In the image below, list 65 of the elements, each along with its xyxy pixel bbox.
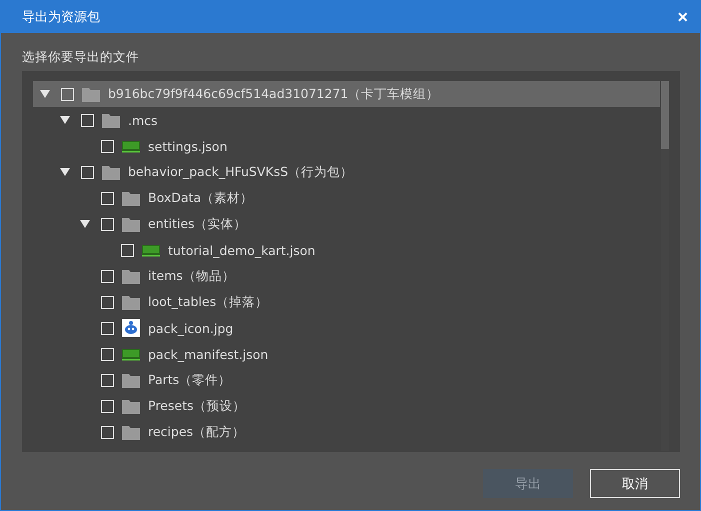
tree-row[interactable]: pack_manifest.json — [33, 341, 660, 367]
scrollbar-thumb[interactable] — [661, 81, 669, 149]
expanded-arrow-icon[interactable] — [60, 116, 70, 124]
folder-icon — [122, 190, 140, 206]
image-thumbnail-icon — [122, 319, 140, 337]
folder-icon — [122, 424, 140, 440]
checkbox[interactable] — [101, 270, 114, 282]
folder-icon — [122, 372, 140, 388]
prompt-label: 选择你要导出的文件 — [22, 49, 140, 66]
checkbox[interactable] — [101, 426, 114, 438]
checkbox[interactable] — [121, 244, 134, 256]
file-name: Presets（预设） — [148, 398, 246, 414]
file-name: .mcs — [128, 112, 158, 128]
tree-row[interactable]: Parts（零件） — [33, 367, 660, 393]
folder-icon — [102, 112, 120, 128]
file-name: Parts（零件） — [148, 372, 232, 388]
checkbox[interactable] — [101, 192, 114, 204]
json-file-icon — [122, 346, 140, 362]
checkbox[interactable] — [81, 114, 94, 126]
folder-icon — [122, 216, 140, 232]
tree-row[interactable]: settings.json — [33, 133, 660, 159]
checkbox[interactable] — [101, 296, 114, 308]
folder-icon — [122, 294, 140, 310]
expanded-arrow-icon[interactable] — [40, 90, 50, 98]
file-name: tutorial_demo_kart.json — [168, 242, 316, 258]
checkbox[interactable] — [101, 218, 114, 230]
folder-icon — [82, 86, 100, 102]
folder-icon — [102, 164, 120, 180]
checkbox[interactable] — [101, 348, 114, 360]
tree-row[interactable]: BoxData（素材） — [33, 185, 660, 211]
tree-row[interactable]: b916bc79f9f446c69cf514ad31071271（卡丁车模组） — [33, 81, 660, 107]
tree-row[interactable]: items（物品） — [33, 263, 660, 289]
file-name: BoxData（素材） — [148, 190, 254, 206]
checkbox[interactable] — [101, 374, 114, 386]
tree-row[interactable]: behavior_pack_HFuSVKsS（行为包） — [33, 159, 660, 185]
folder-icon — [122, 268, 140, 284]
tree-row[interactable]: tutorial_demo_kart.json — [33, 237, 660, 263]
file-name: loot_tables（掉落） — [148, 294, 268, 310]
checkbox[interactable] — [101, 140, 114, 152]
file-name: b916bc79f9f446c69cf514ad31071271（卡丁车模组） — [108, 86, 440, 102]
folder-icon — [122, 398, 140, 414]
tree-row[interactable]: loot_tables（掉落） — [33, 289, 660, 315]
checkbox[interactable] — [81, 166, 94, 178]
file-name: settings.json — [148, 138, 228, 154]
tree-row[interactable]: .mcs — [33, 107, 660, 133]
tree-row[interactable]: Presets（预设） — [33, 393, 660, 419]
tree-row[interactable]: pack_icon.jpg — [33, 315, 660, 341]
expanded-arrow-icon[interactable] — [80, 220, 90, 228]
file-name: pack_icon.jpg — [148, 320, 234, 336]
json-file-icon — [142, 242, 160, 258]
tree-row[interactable]: recipes（配方） — [33, 419, 660, 445]
window-title: 导出为资源包 — [22, 8, 100, 26]
cancel-button[interactable]: 取消 — [590, 469, 680, 498]
expanded-arrow-icon[interactable] — [60, 168, 70, 176]
checkbox[interactable] — [101, 322, 114, 334]
checkbox[interactable] — [101, 400, 114, 412]
file-name: recipes（配方） — [148, 424, 246, 440]
file-name: entities（实体） — [148, 216, 247, 232]
file-name: pack_manifest.json — [148, 346, 268, 362]
json-file-icon — [122, 138, 140, 154]
close-button[interactable]: × — [675, 8, 690, 26]
checkbox[interactable] — [61, 88, 74, 100]
tree-row[interactable]: entities（实体） — [33, 211, 660, 237]
file-name: items（物品） — [148, 268, 235, 284]
file-name: behavior_pack_HFuSVKsS（行为包） — [128, 164, 354, 180]
